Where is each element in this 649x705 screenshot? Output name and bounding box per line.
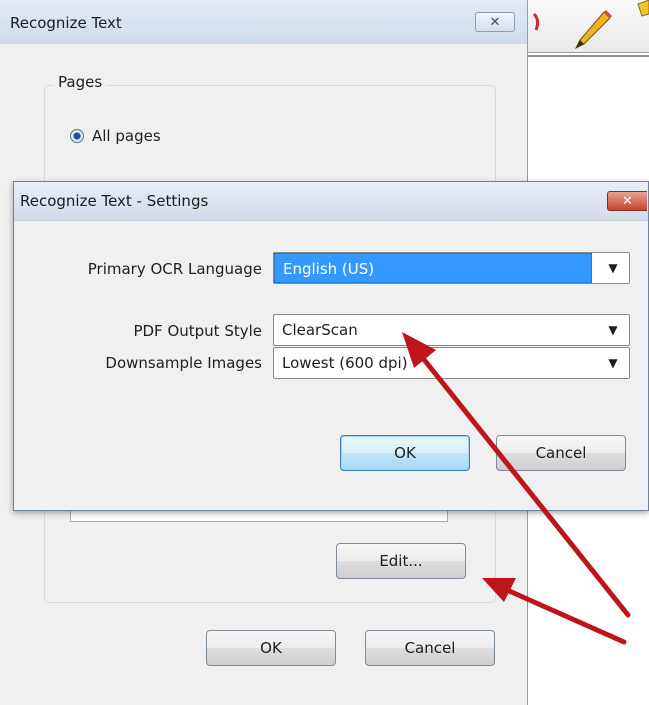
arrow-to-clearscan [402,332,631,618]
arrow-to-edit-button [482,578,627,645]
annotation-arrows [402,332,631,645]
